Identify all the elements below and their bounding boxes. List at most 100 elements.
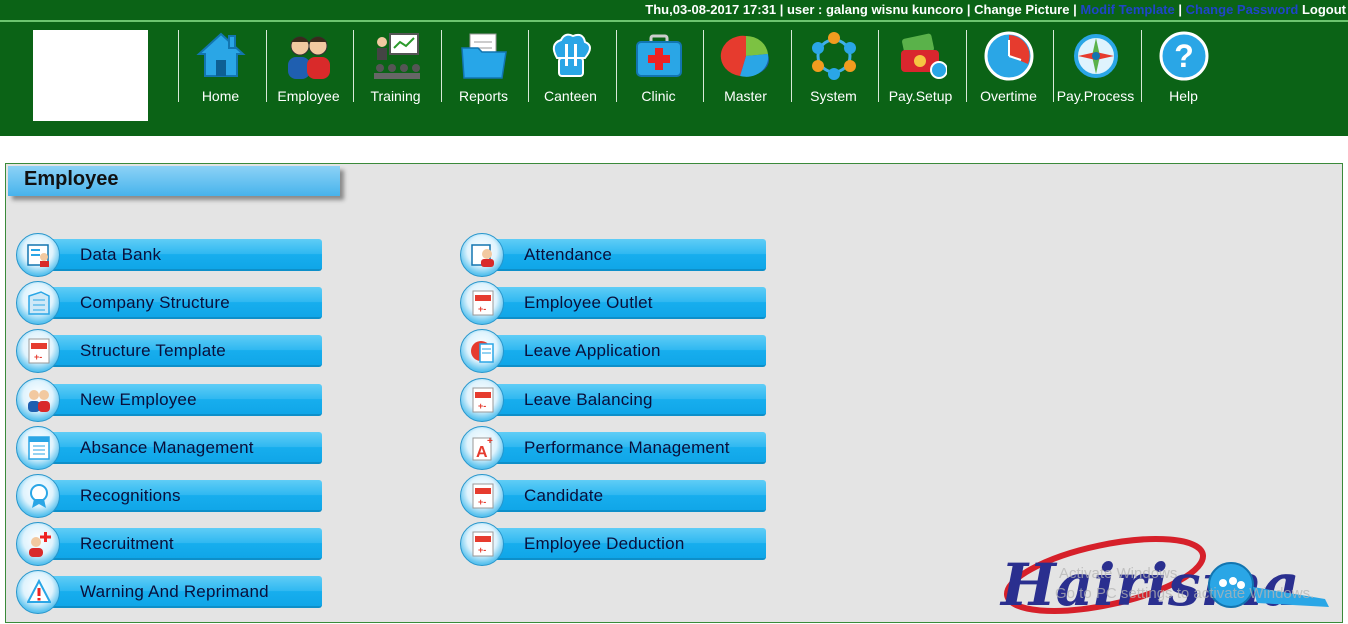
top-status-bar: Thu,03-08-2017 17:31 | user : galang wis… bbox=[0, 0, 1348, 20]
nav-pay-setup-label: Pay.Setup bbox=[888, 88, 953, 104]
menu-leave-balancing[interactable]: +- Leave Balancing bbox=[460, 378, 768, 422]
datetime-text: Thu,03-08-2017 17:31 bbox=[645, 2, 777, 17]
person-card-icon bbox=[471, 244, 494, 267]
menu-performance-management[interactable]: A + Performance Management bbox=[460, 426, 768, 470]
svg-text:+: + bbox=[487, 436, 493, 447]
warning-icon bbox=[27, 579, 51, 603]
nav-clinic[interactable]: Clinic bbox=[615, 30, 702, 106]
folder-icon bbox=[460, 33, 507, 79]
pie-chart-icon bbox=[720, 35, 769, 77]
house-icon bbox=[195, 32, 246, 77]
nav-master[interactable]: Master bbox=[702, 30, 789, 106]
nav-training-label: Training bbox=[370, 88, 421, 104]
network-icon bbox=[811, 32, 856, 80]
watermark-line1: Activate Windows bbox=[1059, 565, 1178, 582]
menu-label: Recognitions bbox=[80, 486, 181, 505]
menu-icon-circle: +- bbox=[460, 281, 504, 325]
separator: | bbox=[966, 2, 971, 17]
pie-document-icon bbox=[471, 341, 494, 363]
nav-pay-process[interactable]: Pay.Process bbox=[1052, 30, 1139, 106]
menu-icon-circle: +- bbox=[460, 378, 504, 422]
menu-warning-and-reprimand[interactable]: Warning And Reprimand bbox=[16, 570, 324, 614]
presentation-icon bbox=[373, 33, 420, 79]
user-text: user : galang wisnu kuncoro bbox=[786, 2, 964, 17]
activation-watermark: Activate Windows Go to PC settings to ac… bbox=[1055, 565, 1314, 604]
nav-reports-label: Reports bbox=[458, 88, 509, 104]
clock-icon bbox=[984, 31, 1033, 81]
svg-text:+-: +- bbox=[478, 545, 486, 555]
main-navbar: Home Employee Training Reports Canteen C… bbox=[0, 20, 1348, 136]
menu-icon-circle bbox=[460, 233, 504, 277]
panel-title: Employee bbox=[8, 166, 340, 196]
building-icon bbox=[28, 291, 50, 315]
nav-clinic-label: Clinic bbox=[641, 88, 676, 104]
menu-icon-circle bbox=[16, 474, 60, 518]
svg-text:+-: +- bbox=[34, 352, 42, 362]
nav-system[interactable]: System bbox=[790, 30, 877, 106]
menu-label: Data Bank bbox=[80, 245, 162, 264]
people-icon bbox=[287, 36, 330, 79]
menu-structure-template[interactable]: +- Structure Template bbox=[16, 329, 324, 373]
nav-canteen[interactable]: Canteen bbox=[527, 30, 614, 106]
menu-absance-management[interactable]: Absance Management bbox=[16, 426, 324, 470]
nav-pay-process-label: Pay.Process bbox=[1056, 88, 1135, 104]
separator: | bbox=[1073, 2, 1077, 17]
calendar-icon bbox=[28, 436, 50, 460]
nav-system-label: System bbox=[810, 88, 857, 104]
svg-text:+-: +- bbox=[478, 497, 486, 507]
menu-candidate[interactable]: +- Candidate bbox=[460, 474, 768, 518]
menu-company-structure[interactable]: Company Structure bbox=[16, 281, 324, 325]
nav-help[interactable]: ? Help bbox=[1140, 30, 1227, 106]
separator: | bbox=[1178, 2, 1182, 17]
menu-leave-application[interactable]: Leave Application bbox=[460, 329, 768, 373]
nav-training[interactable]: Training bbox=[352, 30, 439, 106]
menu-label: Recruitment bbox=[80, 534, 174, 553]
svg-text:?: ? bbox=[1174, 38, 1194, 74]
menu-icon-circle bbox=[16, 522, 60, 566]
add-person-icon bbox=[29, 532, 51, 557]
nav-master-label: Master bbox=[724, 88, 767, 104]
document-icon: +- bbox=[472, 531, 494, 557]
nav-overtime[interactable]: Overtime bbox=[965, 30, 1052, 106]
nav-employee-label: Employee bbox=[277, 88, 340, 104]
menu-label: Structure Template bbox=[80, 341, 226, 360]
document-icon: +- bbox=[28, 338, 50, 364]
nav-home-label: Home bbox=[201, 88, 240, 104]
document-icon: +- bbox=[472, 387, 494, 413]
menu-label: Absance Management bbox=[80, 438, 254, 457]
modif-template-link[interactable]: Modif Template bbox=[1080, 2, 1174, 17]
menu-icon-circle bbox=[16, 378, 60, 422]
menu-icon-circle: +- bbox=[16, 329, 60, 373]
menu-recognitions[interactable]: Recognitions bbox=[16, 474, 324, 518]
menu-new-employee[interactable]: New Employee bbox=[16, 378, 324, 422]
separator: | bbox=[779, 2, 784, 17]
logout-link[interactable]: Logout bbox=[1302, 2, 1346, 17]
change-picture-link[interactable]: Change Picture bbox=[974, 2, 1069, 17]
menu-label: Employee Deduction bbox=[524, 534, 685, 553]
menu-label: Leave Balancing bbox=[524, 390, 653, 409]
menu-attendance[interactable]: Attendance bbox=[460, 233, 768, 277]
menu-icon-circle: +- bbox=[460, 474, 504, 518]
menu-label: New Employee bbox=[80, 390, 197, 409]
award-icon bbox=[30, 484, 48, 508]
menu-label: Company Structure bbox=[80, 293, 230, 312]
menu-icon-circle bbox=[16, 281, 60, 325]
menu-employee-outlet[interactable]: +- Employee Outlet bbox=[460, 281, 768, 325]
nav-employee[interactable]: Employee bbox=[265, 30, 352, 106]
nav-home[interactable]: Home bbox=[177, 30, 264, 106]
nav-pay-setup[interactable]: Pay.Setup bbox=[877, 30, 964, 106]
menu-recruitment[interactable]: Recruitment bbox=[16, 522, 324, 566]
money-icon bbox=[900, 33, 947, 79]
document-icon: +- bbox=[472, 483, 494, 509]
menu-icon-circle bbox=[16, 426, 60, 470]
nav-canteen-label: Canteen bbox=[544, 88, 597, 104]
nav-reports[interactable]: Reports bbox=[440, 30, 527, 106]
svg-text:+-: +- bbox=[478, 304, 486, 314]
change-password-link[interactable]: Change Password bbox=[1186, 2, 1299, 17]
compass-icon bbox=[1073, 34, 1118, 78]
help-icon: ? bbox=[1159, 31, 1208, 81]
menu-employee-deduction[interactable]: +- Employee Deduction bbox=[460, 522, 768, 566]
menu-label: Warning And Reprimand bbox=[80, 582, 269, 601]
menu-data-bank[interactable]: Data Bank bbox=[16, 233, 324, 277]
menu-label: Employee Outlet bbox=[524, 293, 653, 312]
